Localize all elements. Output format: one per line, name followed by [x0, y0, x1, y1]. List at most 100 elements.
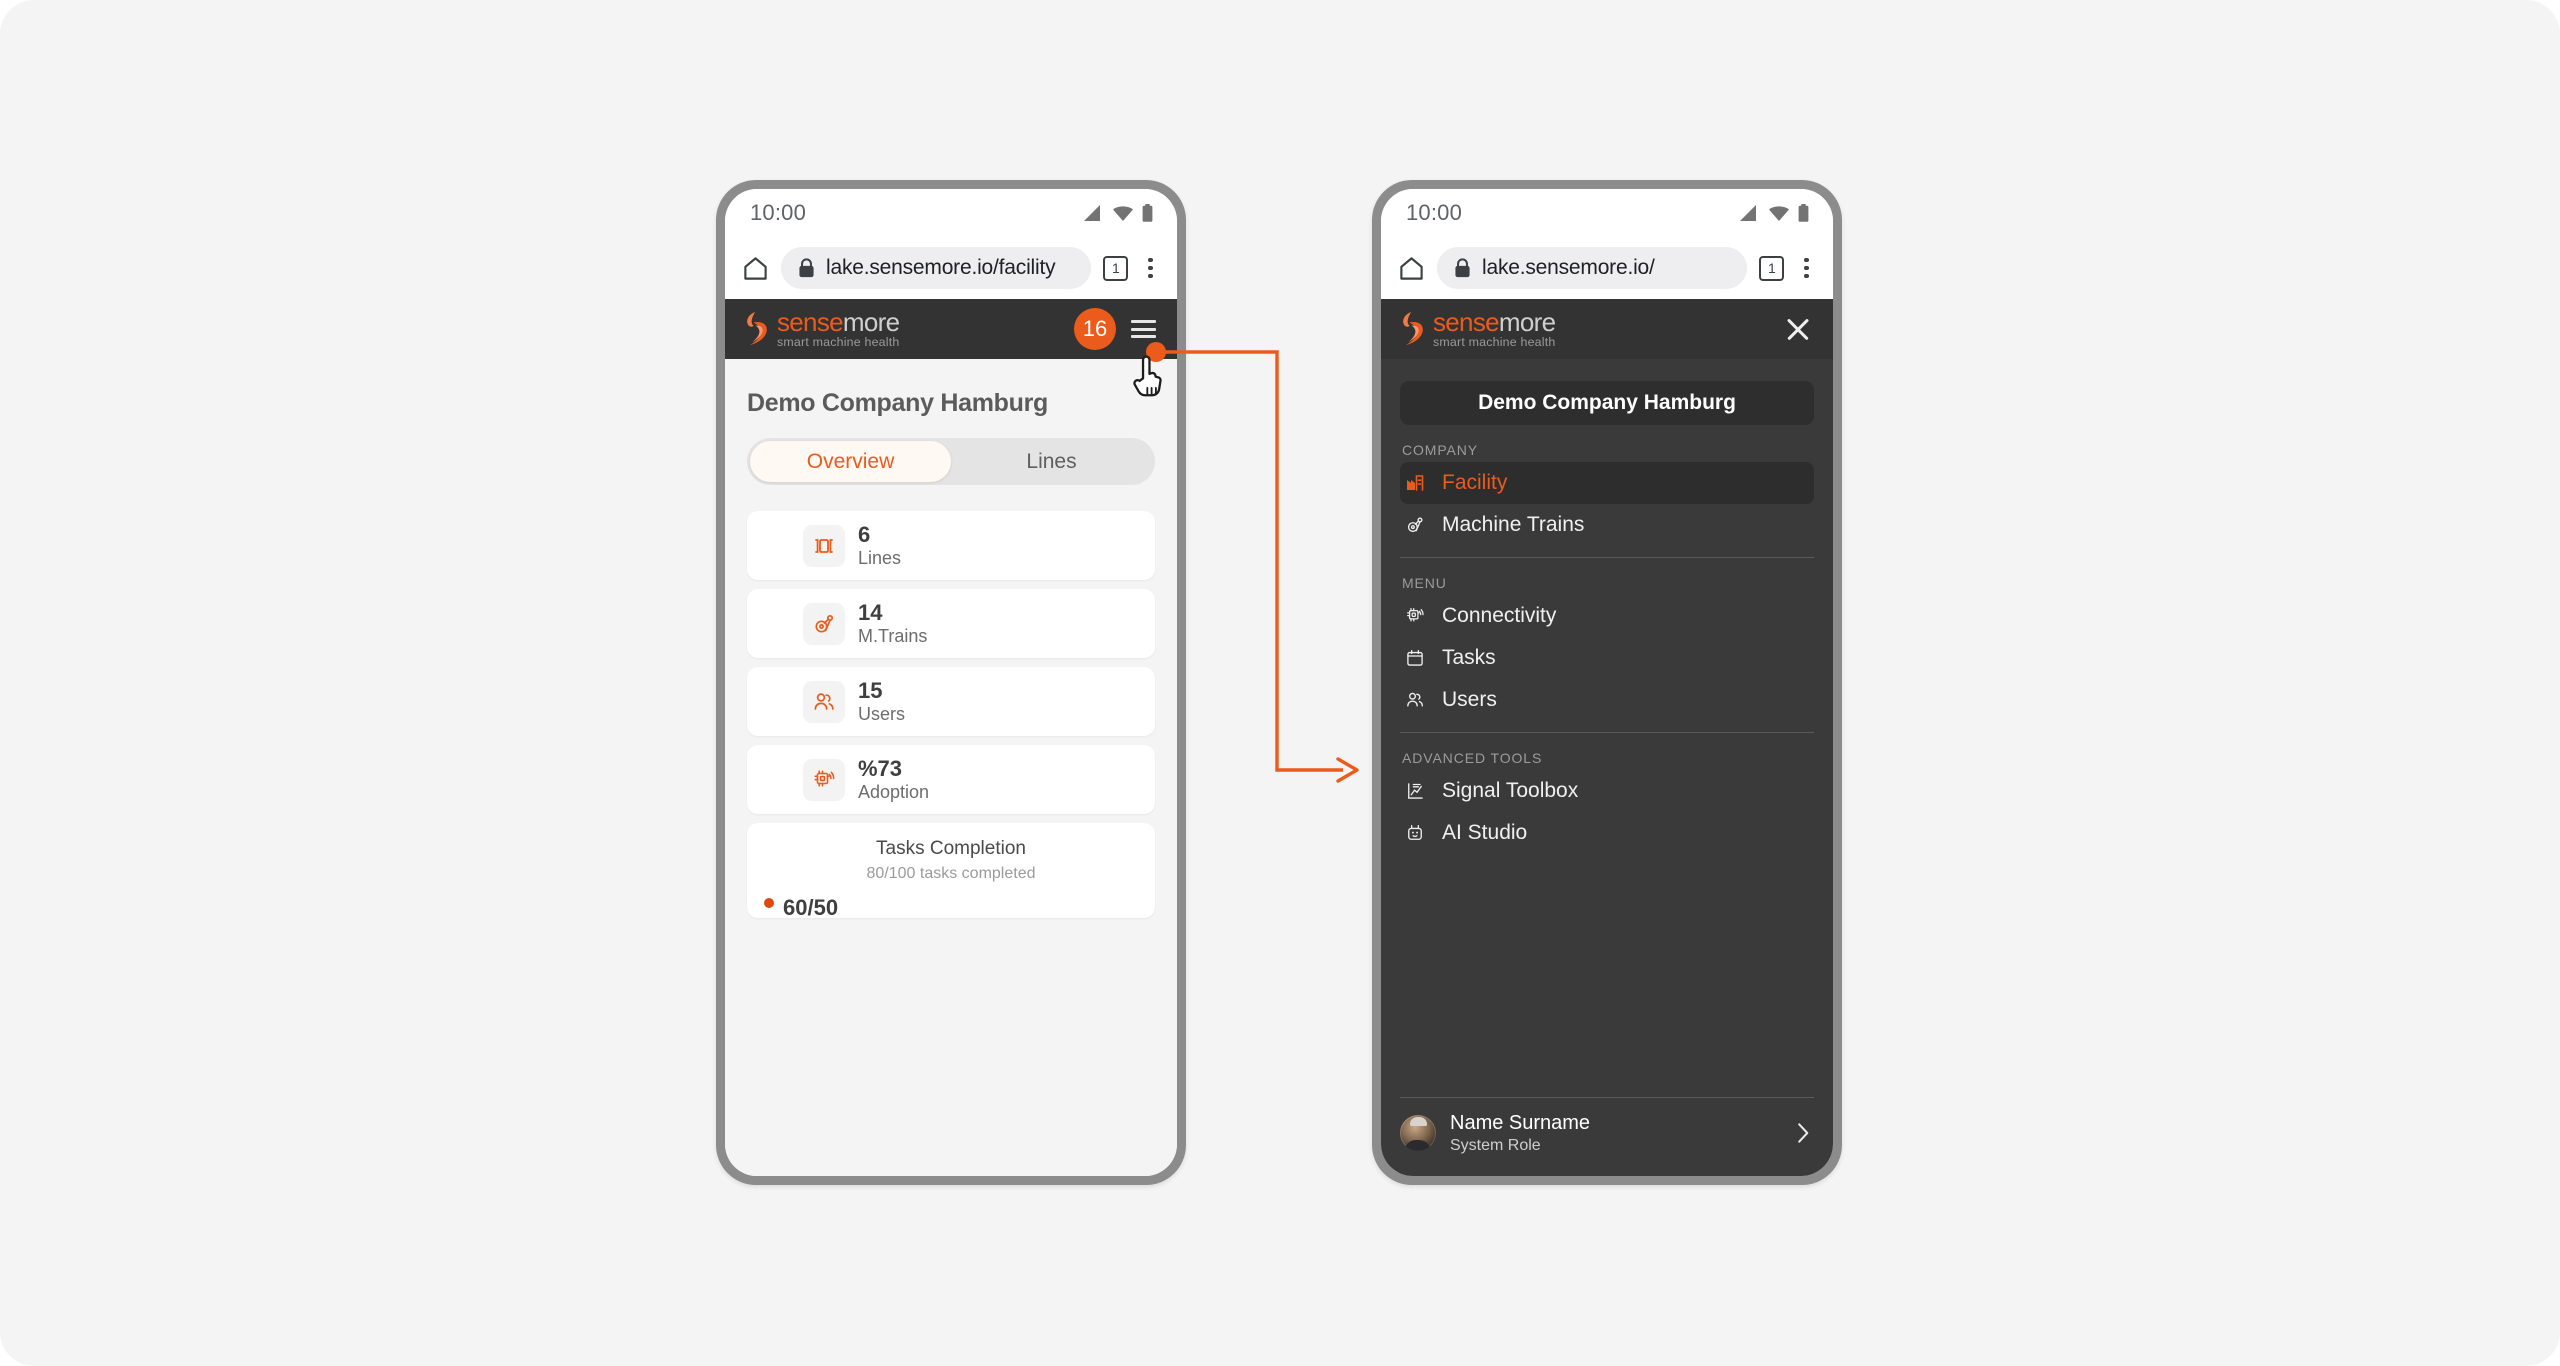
- logo-word-two: more: [1498, 307, 1556, 338]
- stat-card-users[interactable]: 15 Users: [747, 667, 1155, 736]
- app-header-left: sensemore smart machine health 16: [725, 299, 1177, 359]
- home-icon[interactable]: [1398, 255, 1425, 282]
- flame-swoosh-icon: [747, 312, 767, 345]
- machine-train-icon: [1403, 513, 1427, 537]
- nav-group-label-company: COMPANY: [1402, 442, 1479, 458]
- connector-arrowhead: [1336, 757, 1359, 783]
- kebab-menu-icon[interactable]: [1140, 255, 1161, 282]
- battery-icon: [1798, 204, 1809, 222]
- tasks-card-subtitle: 80/100 tasks completed: [866, 865, 1036, 882]
- status-icon-group: [1739, 204, 1809, 222]
- wifi-icon: [1113, 205, 1133, 221]
- home-icon[interactable]: [742, 255, 769, 282]
- phone-screen-left: 10:00 lake.sensemore.io/facility 1 sense…: [725, 189, 1177, 1176]
- tasks-completion-card[interactable]: Tasks Completion 80/100 tasks completed …: [747, 823, 1155, 918]
- users-icon: [803, 680, 845, 723]
- address-bar[interactable]: lake.sensemore.io/: [1437, 247, 1748, 289]
- phone-screen-right: 10:00 lake.sensemore.io/ 1 sensemore sma…: [1381, 189, 1833, 1176]
- stat-label: M.Trains: [858, 625, 928, 646]
- calendar-icon: [1403, 646, 1427, 670]
- logo-word-two: more: [842, 307, 900, 338]
- stat-value: %73: [858, 756, 903, 782]
- logo-word-one: sense: [777, 307, 844, 338]
- stat-card-lines[interactable]: 6 Lines: [747, 511, 1155, 580]
- lock-icon: [1455, 258, 1470, 278]
- signal-icon: [1084, 204, 1100, 221]
- stat-text: %73 Adoption: [858, 756, 930, 802]
- tab-lines[interactable]: Lines: [951, 441, 1152, 482]
- sidebar-item-label: Machine Trains: [1442, 513, 1585, 536]
- status-bar-right: 10:00: [1381, 189, 1833, 237]
- browser-toolbar-right: lake.sensemore.io/ 1: [1381, 237, 1833, 299]
- url-text: lake.sensemore.io/: [1482, 256, 1655, 279]
- stat-label: Adoption: [858, 781, 930, 802]
- tab-count-button[interactable]: 1: [1103, 255, 1129, 281]
- sidebar-item-signal-toolbox[interactable]: Signal Toolbox: [1400, 770, 1814, 812]
- wifi-icon: [1769, 205, 1789, 221]
- phone-mockup-right: 10:00 lake.sensemore.io/ 1 sensemore sma…: [1372, 180, 1842, 1185]
- logo-word-one: sense: [1433, 307, 1500, 338]
- sidebar-item-label: Users: [1442, 688, 1497, 711]
- user-profile-row[interactable]: Name Surname System Role: [1400, 1098, 1814, 1168]
- notification-badge[interactable]: 16: [1074, 308, 1116, 350]
- tab-overview[interactable]: Overview: [750, 441, 951, 482]
- sidebar-item-ai-studio[interactable]: AI Studio: [1400, 812, 1814, 854]
- kebab-menu-icon[interactable]: [1796, 255, 1817, 282]
- sidebar-item-users[interactable]: Users: [1400, 679, 1814, 721]
- drawer-spacer: [1400, 854, 1814, 1086]
- stat-text: 14 M.Trains: [858, 600, 928, 646]
- flame-swoosh-icon: [1403, 312, 1423, 345]
- sidebar-item-label: Connectivity: [1442, 604, 1557, 627]
- pointing-hand-cursor: [1133, 355, 1162, 397]
- sidebar-item-facility[interactable]: Facility: [1400, 462, 1814, 504]
- phone-mockup-left: 10:00 lake.sensemore.io/facility 1 sense…: [716, 180, 1186, 1185]
- tab-count-button[interactable]: 1: [1759, 255, 1785, 281]
- legend-dot-icon: [764, 897, 774, 908]
- browser-toolbar-left: lake.sensemore.io/facility 1: [725, 237, 1177, 299]
- page-title: Demo Company Hamburg: [747, 389, 1048, 417]
- address-bar[interactable]: lake.sensemore.io/facility: [781, 247, 1092, 289]
- sidebar-item-tasks[interactable]: Tasks: [1400, 637, 1814, 679]
- stat-text: 6 Lines: [858, 522, 902, 568]
- segmented-tabs: Overview Lines: [747, 438, 1155, 485]
- user-role: System Role: [1450, 1136, 1541, 1154]
- sidebar-item-machine-trains[interactable]: Machine Trains: [1400, 504, 1814, 546]
- hamburger-menu-button[interactable]: [1128, 316, 1159, 342]
- battery-icon: [1142, 204, 1153, 222]
- url-text: lake.sensemore.io/facility: [826, 256, 1056, 279]
- machine-train-icon: [803, 602, 845, 645]
- nav-divider: [1400, 732, 1814, 733]
- stat-value: 15: [858, 678, 883, 704]
- legend-value: 60/50: [783, 895, 839, 918]
- sensemore-logo[interactable]: sensemore smart machine health: [744, 307, 900, 349]
- robot-icon: [1403, 821, 1427, 845]
- sidebar-drawer: Demo Company Hamburg COMPANY Facility Ma…: [1381, 359, 1833, 1176]
- chip-signal-icon: [803, 758, 845, 801]
- stat-label: Lines: [858, 547, 902, 568]
- status-bar-left: 10:00: [725, 189, 1177, 237]
- sidebar-item-label: AI Studio: [1442, 821, 1528, 844]
- sidebar-item-connectivity[interactable]: Connectivity: [1400, 595, 1814, 637]
- nav-group-label-advanced-tools: ADVANCED TOOLS: [1402, 750, 1543, 766]
- sidebar-item-label: Tasks: [1442, 646, 1496, 669]
- flow-connector-annotation: [1146, 342, 1359, 783]
- signal-chart-icon: [1403, 779, 1427, 803]
- stat-text: 15 Users: [858, 678, 905, 724]
- tasks-chart-legend: 60/50: [747, 895, 1155, 918]
- factory-icon: [1403, 471, 1427, 495]
- sensemore-logo[interactable]: sensemore smart machine health: [1400, 307, 1556, 349]
- user-text: Name Surname System Role: [1450, 1111, 1783, 1156]
- logo-wordmark: sensemore smart machine health: [1433, 307, 1556, 348]
- user-name: Name Surname: [1450, 1111, 1591, 1134]
- stat-card-machine-trains[interactable]: 14 M.Trains: [747, 589, 1155, 658]
- signal-icon: [1740, 204, 1756, 221]
- company-selector[interactable]: Demo Company Hamburg: [1400, 381, 1814, 425]
- logo-wordmark: sensemore smart machine health: [777, 307, 900, 348]
- lock-icon: [799, 258, 814, 278]
- sidebar-item-label: Signal Toolbox: [1442, 779, 1579, 802]
- tasks-card-title: Tasks Completion: [876, 838, 1026, 859]
- app-header-right: sensemore smart machine health: [1381, 299, 1833, 359]
- sidebar-item-label: Facility: [1442, 471, 1508, 494]
- close-icon[interactable]: [1781, 312, 1815, 346]
- stat-card-adoption[interactable]: %73 Adoption: [747, 745, 1155, 814]
